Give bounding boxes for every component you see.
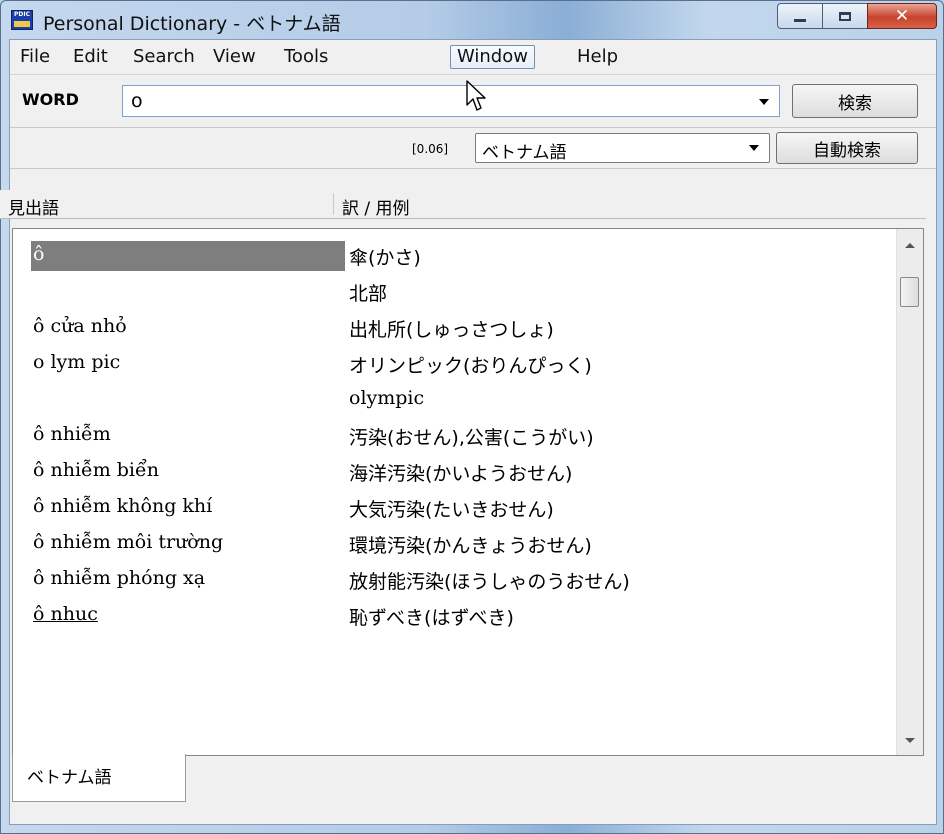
translation: 出札所(しゅっさつしょ) (349, 319, 554, 341)
menu-tools[interactable]: Tools (278, 45, 334, 69)
menu-window[interactable]: Window (450, 45, 535, 69)
menu-edit[interactable]: Edit (67, 45, 114, 69)
caption-buttons: ✕ (777, 3, 937, 29)
list-item[interactable]: ô nhiễm phóng xạ 放射能汚染(ほうしゃのうおせん) (13, 561, 883, 597)
tab-vietnamese[interactable]: ベトナム語 (12, 754, 186, 802)
list-item[interactable]: 北部 (13, 273, 883, 309)
search-button[interactable]: 検索 (792, 84, 918, 118)
close-icon: ✕ (894, 6, 910, 26)
dropdown-arrow-icon[interactable] (759, 99, 769, 105)
search-time: [0.06] (412, 142, 449, 156)
scroll-thumb[interactable] (900, 277, 919, 307)
column-divider[interactable] (333, 193, 334, 215)
list-item[interactable]: ô nhiễm môi trường 環境汚染(かんきょうおせん) (13, 525, 883, 561)
app-icon-text: PDIC (13, 11, 30, 18)
translation: 汚染(おせん),公害(こうがい) (349, 427, 594, 449)
column-headers: 見出語 訳 / 用例 (0, 190, 926, 219)
close-button[interactable]: ✕ (867, 3, 937, 29)
translation: 大気汚染(たいきおせん) (349, 499, 554, 521)
entry-list[interactable]: ô 傘(かさ) 北部 ô cửa nhỏ 出札所(しゅっさつしょ) o lym … (12, 228, 924, 756)
translation: 海洋汚染(かいようおせん) (349, 463, 573, 485)
translation: 恥ずべき(はずべき) (349, 607, 514, 629)
list-item[interactable]: ô nhuc 恥ずべき(はずべき) (13, 597, 883, 633)
maximize-icon (839, 11, 851, 21)
vertical-scrollbar[interactable] (896, 229, 923, 755)
headword: ô nhiễm (33, 423, 111, 445)
dictionary-select[interactable]: ベトナム語 (475, 133, 770, 163)
column-header-translation[interactable]: 訳 / 用例 (342, 194, 410, 219)
headword: ô nhuc (33, 603, 98, 625)
word-label: WORD (22, 90, 79, 109)
selection-highlight (31, 241, 345, 271)
window-title: Personal Dictionary - ベトナム語 (43, 13, 341, 35)
list-item[interactable]: ô nhiễm biển 海洋汚染(かいようおせん) (13, 453, 883, 489)
menu-view[interactable]: View (207, 45, 262, 69)
translation: 傘(かさ) (349, 247, 421, 269)
menu-bar: File Edit Search View Tools Window Help (10, 40, 936, 75)
translation: 環境汚染(かんきょうおせん) (349, 535, 592, 557)
dictionary-bar: [0.06] ベトナム語 自動検索 (10, 127, 936, 169)
list-item[interactable]: ô nhiễm 汚染(おせん),公害(こうがい) (13, 417, 883, 453)
title-bar[interactable]: PDIC Personal Dictionary - ベトナム語 ✕ (1, 1, 944, 39)
dictionary-dropdown-icon[interactable] (749, 145, 759, 151)
dictionary-tabs: ベトナム語 (12, 754, 924, 802)
minimize-icon (794, 18, 806, 22)
headword: o lym pic (33, 351, 121, 373)
list-item[interactable]: ô cửa nhỏ 出札所(しゅっさつしょ) (13, 309, 883, 345)
mouse-pointer-icon (466, 80, 486, 111)
dictionary-select-value: ベトナム語 (482, 143, 567, 163)
translation: オリンピック(おりんぴっく) (349, 355, 592, 377)
menu-file[interactable]: File (14, 45, 56, 69)
menu-help[interactable]: Help (571, 45, 624, 69)
headword: ô (33, 243, 45, 265)
headword: ô cửa nhỏ (33, 315, 127, 337)
headword: ô nhiễm biển (33, 459, 159, 481)
list-item[interactable]: o lym pic オリンピック(おりんぴっく) (13, 345, 883, 381)
headword: ô nhiễm không khí (33, 495, 213, 517)
scroll-up-icon[interactable] (905, 243, 915, 248)
translation: 北部 (349, 283, 388, 305)
minimize-button[interactable] (777, 3, 822, 29)
list-item[interactable]: olympic (13, 381, 883, 417)
word-input[interactable]: o (122, 85, 780, 117)
menu-search[interactable]: Search (127, 45, 201, 69)
headword: ô nhiễm phóng xạ (33, 567, 206, 589)
maximize-button[interactable] (822, 3, 867, 29)
auto-search-button[interactable]: 自動検索 (776, 132, 918, 164)
list-item[interactable]: ô 傘(かさ) (13, 237, 883, 273)
column-header-headword[interactable]: 見出語 (8, 194, 59, 219)
word-input-value: o (131, 90, 143, 112)
scroll-down-icon[interactable] (905, 738, 915, 743)
headword: ô nhiễm môi trường (33, 531, 224, 553)
list-item[interactable]: ô nhiễm không khí 大気汚染(たいきおせん) (13, 489, 883, 525)
translation: 放射能汚染(ほうしゃのうおせん) (349, 571, 630, 593)
app-icon[interactable]: PDIC (11, 10, 33, 30)
translation: olympic (349, 387, 425, 409)
